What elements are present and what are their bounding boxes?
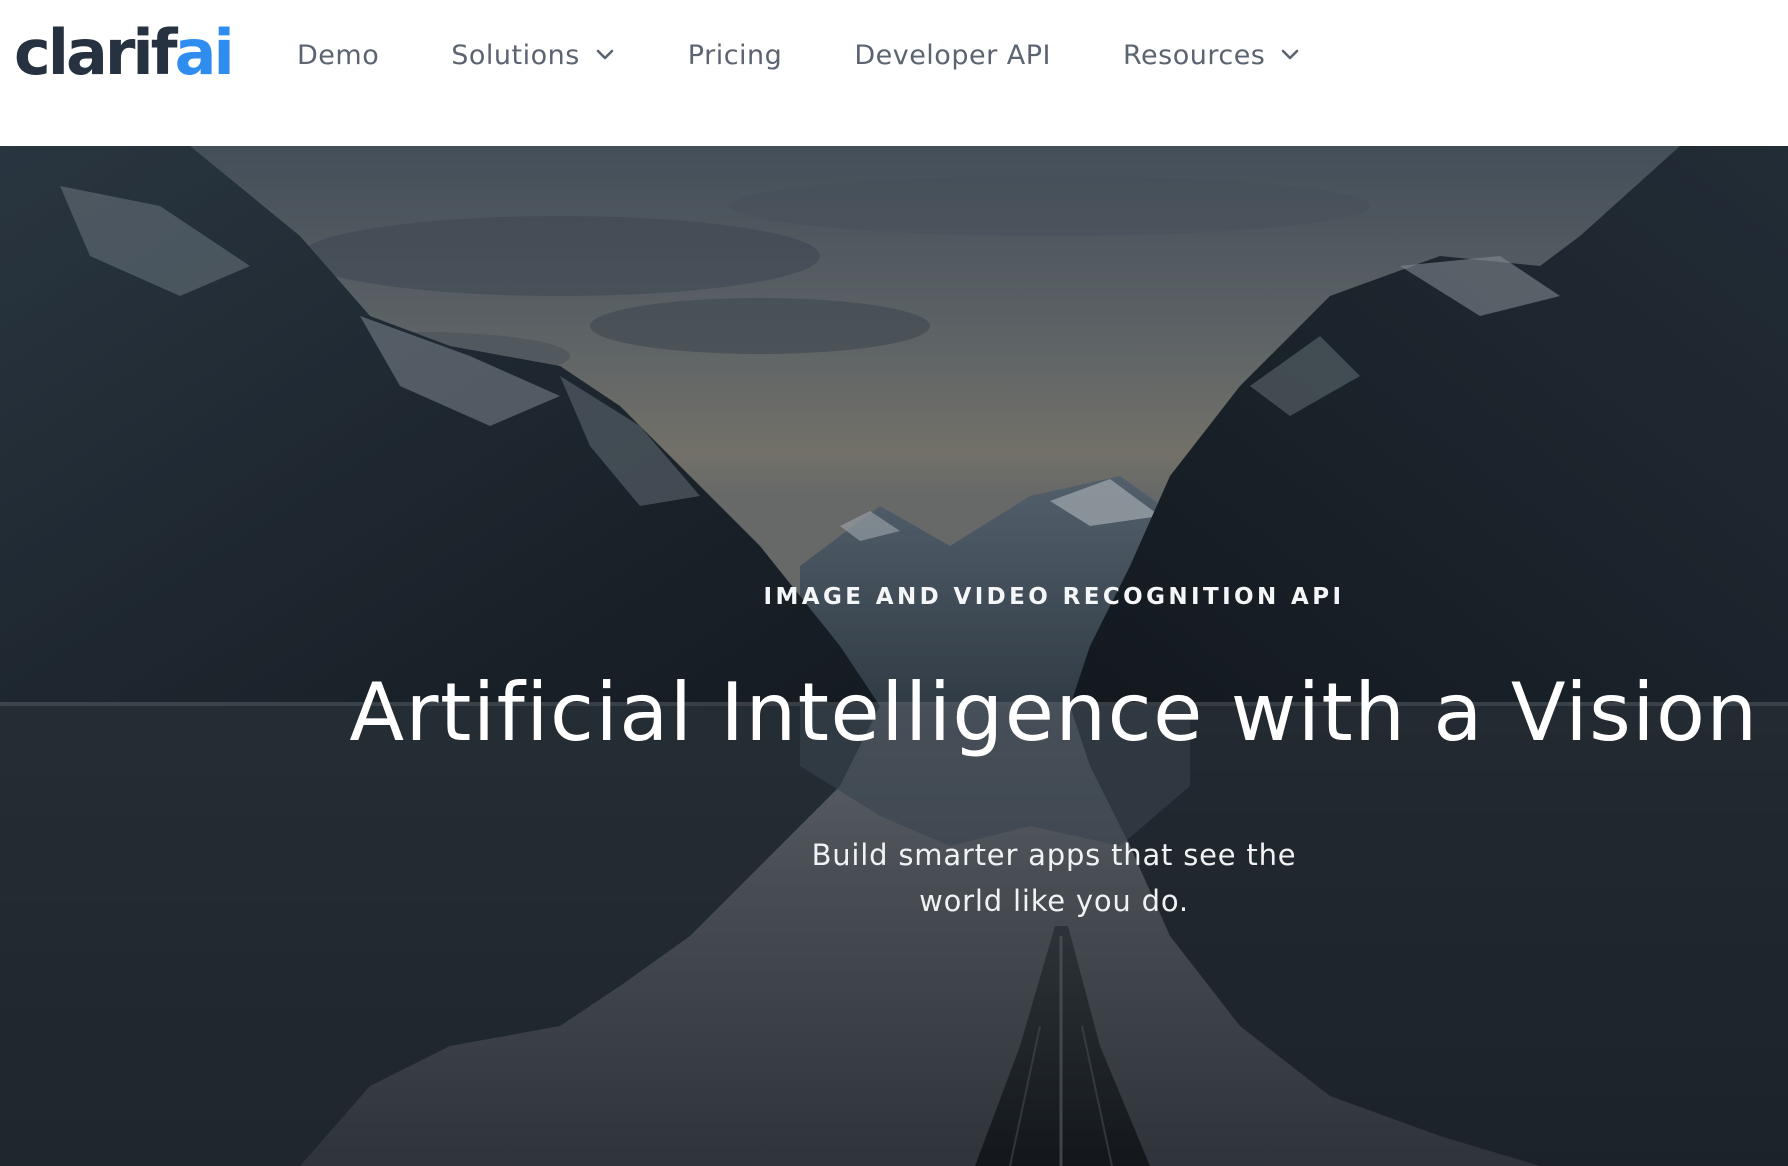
hero-headline: Artificial Intelligence with a Vision bbox=[349, 666, 1759, 759]
nav-item-solutions[interactable]: Solutions bbox=[451, 30, 616, 80]
hero-subline: Build smarter apps that see the world li… bbox=[811, 838, 1297, 918]
logo-text-blue: ai bbox=[174, 16, 235, 89]
nav-item-pricing-label: Pricing bbox=[687, 39, 783, 71]
nav-item-developer-api[interactable]: Developer API bbox=[854, 30, 1051, 80]
chevron-down-icon bbox=[1279, 44, 1301, 66]
nav-item-resources-label: Resources bbox=[1122, 39, 1266, 71]
chevron-down-icon bbox=[594, 44, 616, 66]
nav-item-demo[interactable]: Demo bbox=[297, 30, 379, 80]
clarifai-logo[interactable]: clarifai bbox=[14, 16, 235, 89]
top-navigation-bar: clarifai Demo Solutions Pricing Develope… bbox=[0, 0, 1788, 146]
hero-eyebrow: IMAGE AND VIDEO RECOGNITION API bbox=[763, 584, 1345, 610]
nav-item-developer-api-label: Developer API bbox=[854, 39, 1051, 71]
main-nav: Demo Solutions Pricing Developer API Res… bbox=[297, 30, 1301, 80]
nav-item-pricing[interactable]: Pricing bbox=[688, 30, 783, 80]
hero-section: IMAGE AND VIDEO RECOGNITION API Artifici… bbox=[0, 146, 1788, 1166]
nav-item-solutions-label: Solutions bbox=[451, 39, 580, 71]
nav-item-resources[interactable]: Resources bbox=[1123, 30, 1301, 80]
logo-text-dark: clarif bbox=[14, 16, 178, 89]
page: clarifai Demo Solutions Pricing Develope… bbox=[0, 0, 1788, 1166]
nav-item-demo-label: Demo bbox=[297, 39, 380, 71]
hero-content: IMAGE AND VIDEO RECOGNITION API Artifici… bbox=[0, 146, 1788, 1166]
